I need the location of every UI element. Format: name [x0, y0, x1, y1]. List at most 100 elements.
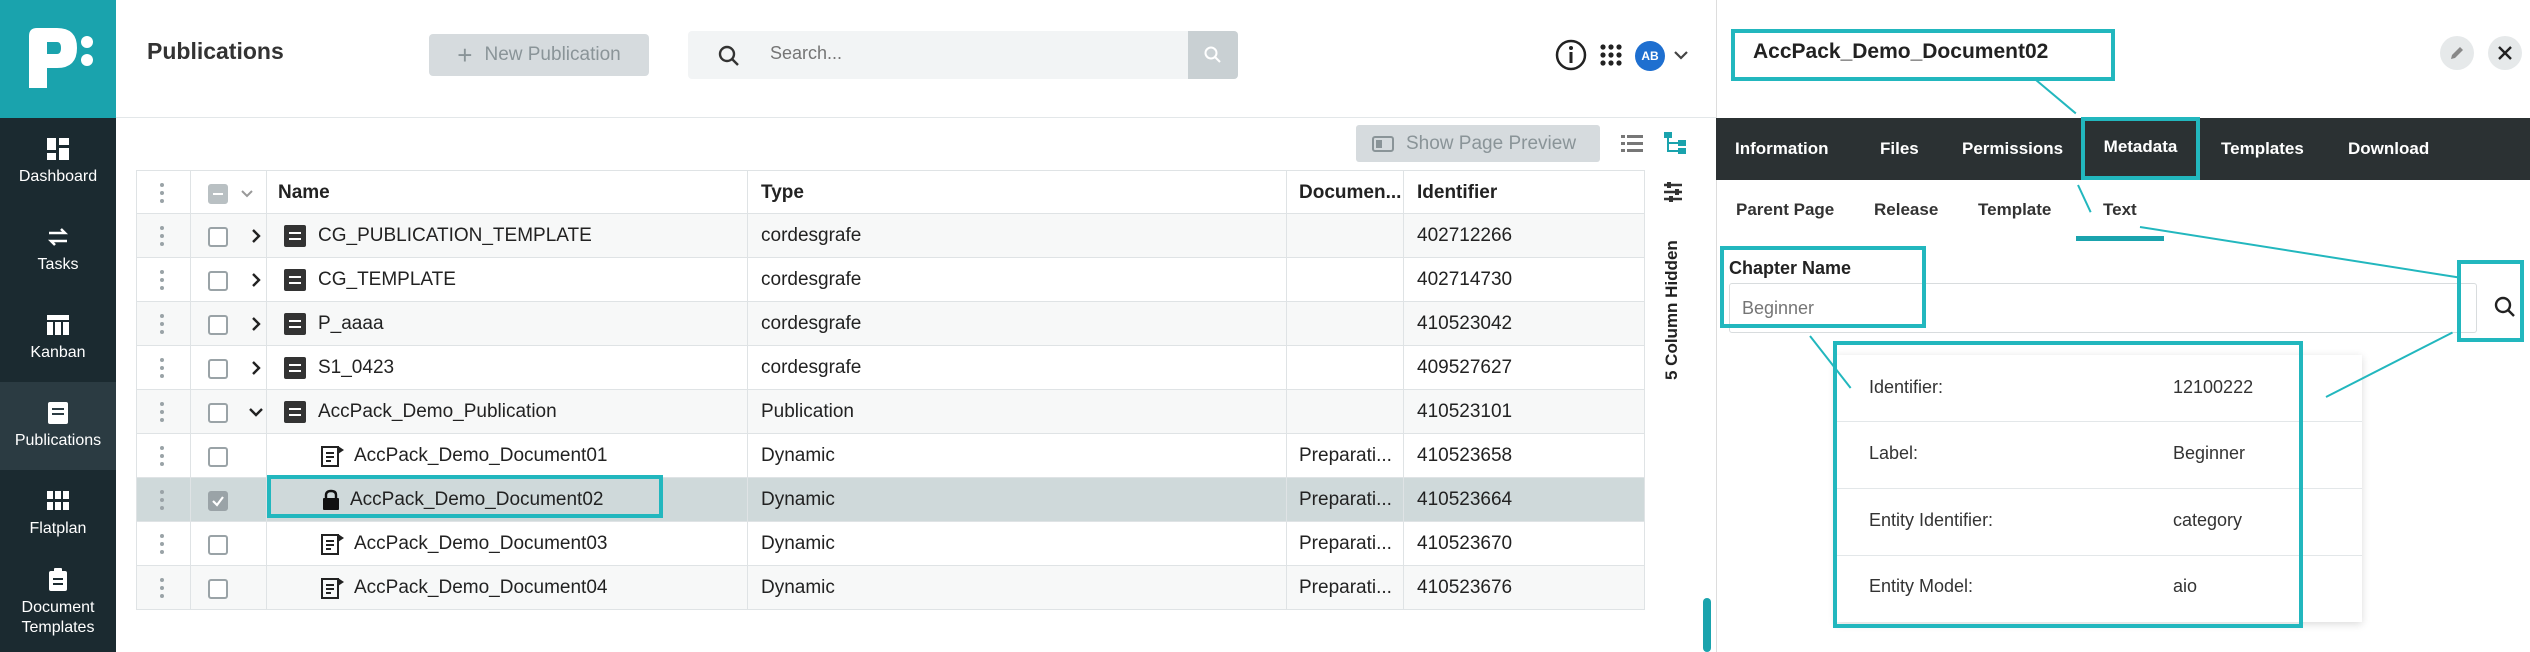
sidebar-item-publications[interactable]: Publications — [0, 382, 116, 470]
row-checkbox[interactable] — [208, 271, 228, 291]
detail-value: 12100222 — [2173, 377, 2254, 397]
row-identifier: 402712266 — [1417, 225, 1513, 246]
tab-files[interactable]: Files — [1880, 118, 1919, 180]
new-publication-button[interactable]: + New Publication — [429, 34, 649, 76]
show-page-preview-button[interactable]: Show Page Preview — [1356, 125, 1600, 162]
row-menu-icon[interactable] — [160, 578, 164, 598]
chevron-right-icon[interactable] — [248, 272, 264, 288]
app-logo[interactable] — [0, 0, 116, 118]
detail-value: aio — [2173, 576, 2198, 596]
subtab-template[interactable]: Template — [1978, 200, 2051, 220]
row-name[interactable]: AccPack_Demo_Document03 — [354, 522, 607, 566]
apps-grid-icon[interactable] — [1600, 44, 1622, 66]
column-settings-icon[interactable] — [1661, 180, 1685, 204]
row-name[interactable]: P_aaaa — [318, 302, 384, 346]
table-row[interactable]: P_aaaa cordesgrafe 410523042 — [136, 302, 1644, 346]
tab-permissions[interactable]: Permissions — [1962, 118, 2063, 180]
tab-information[interactable]: Information — [1735, 118, 1829, 180]
sidebar-item-dashboard[interactable]: Dashboard — [0, 118, 116, 206]
table-row[interactable]: AccPack_Demo_Document03 Dynamic Preparati.… — [136, 522, 1644, 566]
row-name[interactable]: AccPack_Demo_Document02 — [350, 478, 603, 522]
row-name[interactable]: AccPack_Demo_Publication — [318, 390, 557, 434]
row-name[interactable]: CG_TEMPLATE — [318, 258, 456, 302]
table-row[interactable]: S1_0423 cordesgrafe 409527627 — [136, 346, 1644, 390]
row-menu-icon[interactable] — [160, 534, 164, 554]
edit-button[interactable] — [2440, 36, 2474, 70]
row-document-status: Preparati... — [1299, 445, 1392, 466]
chevron-right-icon[interactable] — [248, 316, 264, 332]
tab-metadata[interactable]: Metadata — [2083, 118, 2198, 180]
row-name[interactable]: AccPack_Demo_Document04 — [354, 566, 607, 610]
sidebar-label: Tasks — [37, 256, 79, 273]
row-document-status — [1299, 302, 1409, 346]
close-button[interactable] — [2488, 36, 2522, 70]
detail-key: Entity Model: — [1869, 576, 1974, 596]
subtab-parent-page[interactable]: Parent Page — [1736, 200, 1834, 220]
sidebar-item-flatplan[interactable]: Flatplan — [0, 470, 116, 558]
row-checkbox[interactable] — [208, 491, 228, 511]
list-view-icon[interactable] — [1621, 134, 1643, 152]
chevron-down-icon[interactable] — [240, 189, 254, 199]
detail-key: Label: — [1869, 443, 1919, 463]
row-checkbox[interactable] — [208, 227, 228, 247]
lock-icon — [323, 489, 339, 510]
column-header-document[interactable]: Documen... — [1299, 171, 1401, 215]
sidebar-item-kanban[interactable]: Kanban — [0, 294, 116, 382]
tab-download[interactable]: Download — [2348, 118, 2429, 180]
row-menu-icon[interactable] — [160, 314, 164, 334]
row-menu-icon[interactable] — [160, 270, 164, 290]
subtab-release[interactable]: Release — [1874, 200, 1938, 220]
row-type: Dynamic — [761, 577, 835, 598]
search-submit-button[interactable] — [1188, 31, 1238, 79]
row-menu-icon[interactable] — [160, 358, 164, 378]
column-header-name[interactable]: Name — [278, 171, 330, 215]
table-row[interactable]: CG_TEMPLATE cordesgrafe 402714730 — [136, 258, 1644, 302]
row-document-status: Preparati... — [1299, 577, 1392, 598]
table-row[interactable]: AccPack_Demo_Document02 Dynamic Preparati.… — [136, 478, 1644, 522]
info-icon[interactable] — [1555, 39, 1587, 71]
row-checkbox[interactable] — [208, 315, 228, 335]
chevron-right-icon[interactable] — [248, 360, 264, 376]
sidebar-item-document-templates[interactable]: Document Templates — [0, 558, 116, 648]
chevron-down-icon[interactable] — [1673, 49, 1689, 61]
tab-templates[interactable]: Templates — [2221, 118, 2304, 180]
resize-handle[interactable] — [1703, 598, 1711, 652]
subtab-indicator — [2076, 236, 2164, 241]
row-checkbox[interactable] — [208, 403, 228, 423]
row-checkbox[interactable] — [208, 579, 228, 599]
row-type: Dynamic — [761, 533, 835, 554]
row-checkbox[interactable] — [208, 359, 228, 379]
row-name[interactable]: AccPack_Demo_Document01 — [354, 434, 607, 478]
row-type: cordesgrafe — [761, 357, 862, 378]
detail-key: Identifier: — [1869, 377, 1944, 397]
search-input[interactable] — [770, 43, 1150, 64]
row-menu-icon[interactable] — [160, 226, 164, 246]
sidebar-label: Publications — [14, 432, 102, 449]
row-menu-icon[interactable] — [160, 446, 164, 466]
chapter-name-input[interactable] — [1729, 283, 2477, 333]
row-checkbox[interactable] — [208, 447, 228, 467]
row-menu-icon[interactable] — [160, 490, 164, 510]
sidebar-label: Flatplan — [29, 520, 87, 537]
table-row[interactable]: CG_PUBLICATION_TEMPLATE cordesgrafe 402712… — [136, 214, 1644, 258]
table-row[interactable]: AccPack_Demo_Document04 Dynamic Preparati.… — [136, 566, 1644, 610]
column-header-type[interactable]: Type — [761, 171, 804, 215]
table-row[interactable]: AccPack_Demo_Publication Publication 41052… — [136, 390, 1644, 434]
row-identifier: 410523658 — [1417, 445, 1513, 466]
column-header-identifier[interactable]: Identifier — [1417, 171, 1497, 215]
subtab-text[interactable]: Text — [2103, 200, 2137, 220]
chevron-down-icon[interactable] — [248, 404, 264, 420]
column-menu-icon[interactable] — [160, 183, 164, 203]
row-name[interactable]: S1_0423 — [318, 346, 394, 390]
table-row[interactable]: AccPack_Demo_Document01 Dynamic Preparati.… — [136, 434, 1644, 478]
tree-view-icon[interactable] — [1664, 132, 1688, 154]
hidden-columns-label[interactable]: 5 Column Hidden — [1662, 240, 1682, 380]
chevron-right-icon[interactable] — [248, 228, 264, 244]
avatar[interactable]: AB — [1635, 41, 1665, 71]
row-menu-icon[interactable] — [160, 402, 164, 422]
row-name[interactable]: CG_PUBLICATION_TEMPLATE — [318, 214, 592, 258]
select-all-checkbox[interactable] — [208, 184, 228, 204]
row-checkbox[interactable] — [208, 535, 228, 555]
sidebar-item-tasks[interactable]: Tasks — [0, 206, 116, 294]
search-icon[interactable] — [2494, 296, 2516, 318]
